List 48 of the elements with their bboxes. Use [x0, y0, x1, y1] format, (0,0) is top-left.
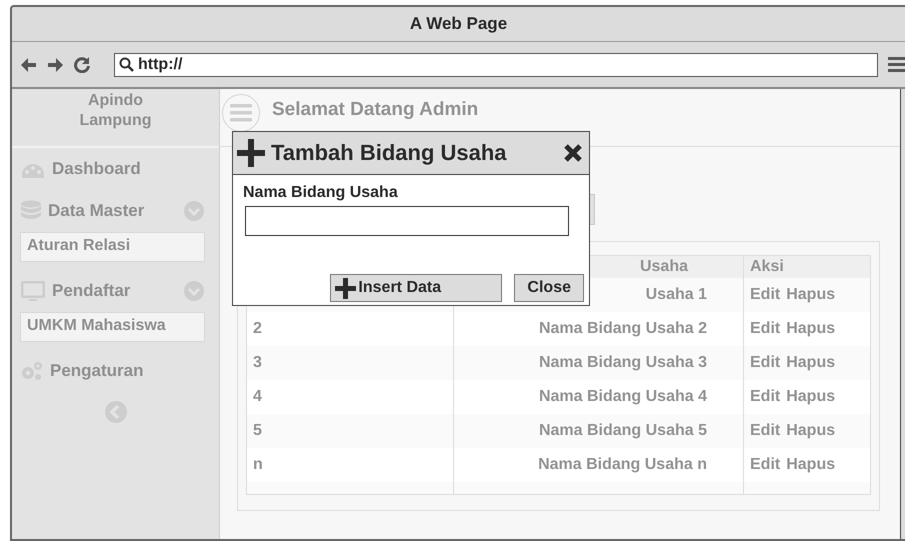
- address-bar[interactable]: http://: [114, 52, 878, 76]
- back-icon[interactable]: [20, 56, 37, 72]
- table-cell: n: [246, 448, 454, 482]
- action-link[interactable]: Hapus: [786, 320, 836, 337]
- url-text: http://: [138, 56, 182, 74]
- column-header: Aksi: [744, 256, 870, 278]
- reload-icon[interactable]: [74, 56, 90, 72]
- table-cell: 4: [246, 380, 454, 414]
- table-cell: Nama Bidang Usaha n: [454, 448, 744, 482]
- table-cell: 3: [246, 346, 454, 380]
- table-cell: Nama Bidang Usaha 4: [454, 380, 744, 414]
- action-link[interactable]: Hapus: [786, 354, 836, 371]
- window-title: A Web Page: [12, 7, 905, 42]
- action-link[interactable]: Edit: [750, 320, 780, 337]
- close-button[interactable]: Close: [514, 274, 584, 302]
- action-link[interactable]: Hapus: [786, 422, 836, 439]
- table-cell: 2: [246, 312, 454, 346]
- brand-title: Apindo Lampung: [78, 91, 152, 131]
- sidebar-item[interactable]: Dashboard: [52, 159, 205, 179]
- submenu-item[interactable]: UMKM Mahasiswa: [20, 312, 205, 342]
- search-icon: [119, 57, 134, 72]
- action-link[interactable]: Hapus: [786, 456, 836, 473]
- table-cell: Nama Bidang Usaha 5: [454, 414, 744, 448]
- insert-button[interactable]: Insert Data: [330, 274, 502, 302]
- close-icon[interactable]: [563, 143, 583, 163]
- forward-icon[interactable]: [47, 56, 64, 72]
- dialog-title: Tambah Bidang Usaha: [271, 140, 508, 166]
- field-label: Nama Bidang Usaha: [243, 184, 399, 202]
- plus-icon: [335, 278, 356, 298]
- action-link[interactable]: Edit: [750, 354, 780, 371]
- page-title: Selamat Datang Admin: [272, 99, 478, 121]
- action-link[interactable]: Edit: [750, 388, 780, 405]
- submenu-item[interactable]: Aturan Relasi: [20, 232, 205, 262]
- table-cell: Nama Bidang Usaha 3: [454, 346, 744, 380]
- action-link[interactable]: Hapus: [786, 388, 836, 405]
- sidebar-item[interactable]: Data Master: [48, 201, 177, 221]
- action-link[interactable]: Edit: [750, 286, 780, 303]
- plus-icon: [237, 139, 265, 167]
- table-cell: 5: [246, 414, 454, 448]
- menu-icon[interactable]: [888, 57, 905, 72]
- action-link[interactable]: Hapus: [786, 286, 836, 303]
- menu-icon: [230, 104, 252, 122]
- sidebar-item[interactable]: Pengaturan: [50, 361, 205, 381]
- input-field[interactable]: [245, 206, 569, 236]
- action-link[interactable]: Edit: [750, 456, 780, 473]
- action-link[interactable]: Edit: [750, 422, 780, 439]
- table-cell: Nama Bidang Usaha 2: [454, 312, 744, 346]
- sidebar-item[interactable]: Pendaftar: [52, 281, 177, 301]
